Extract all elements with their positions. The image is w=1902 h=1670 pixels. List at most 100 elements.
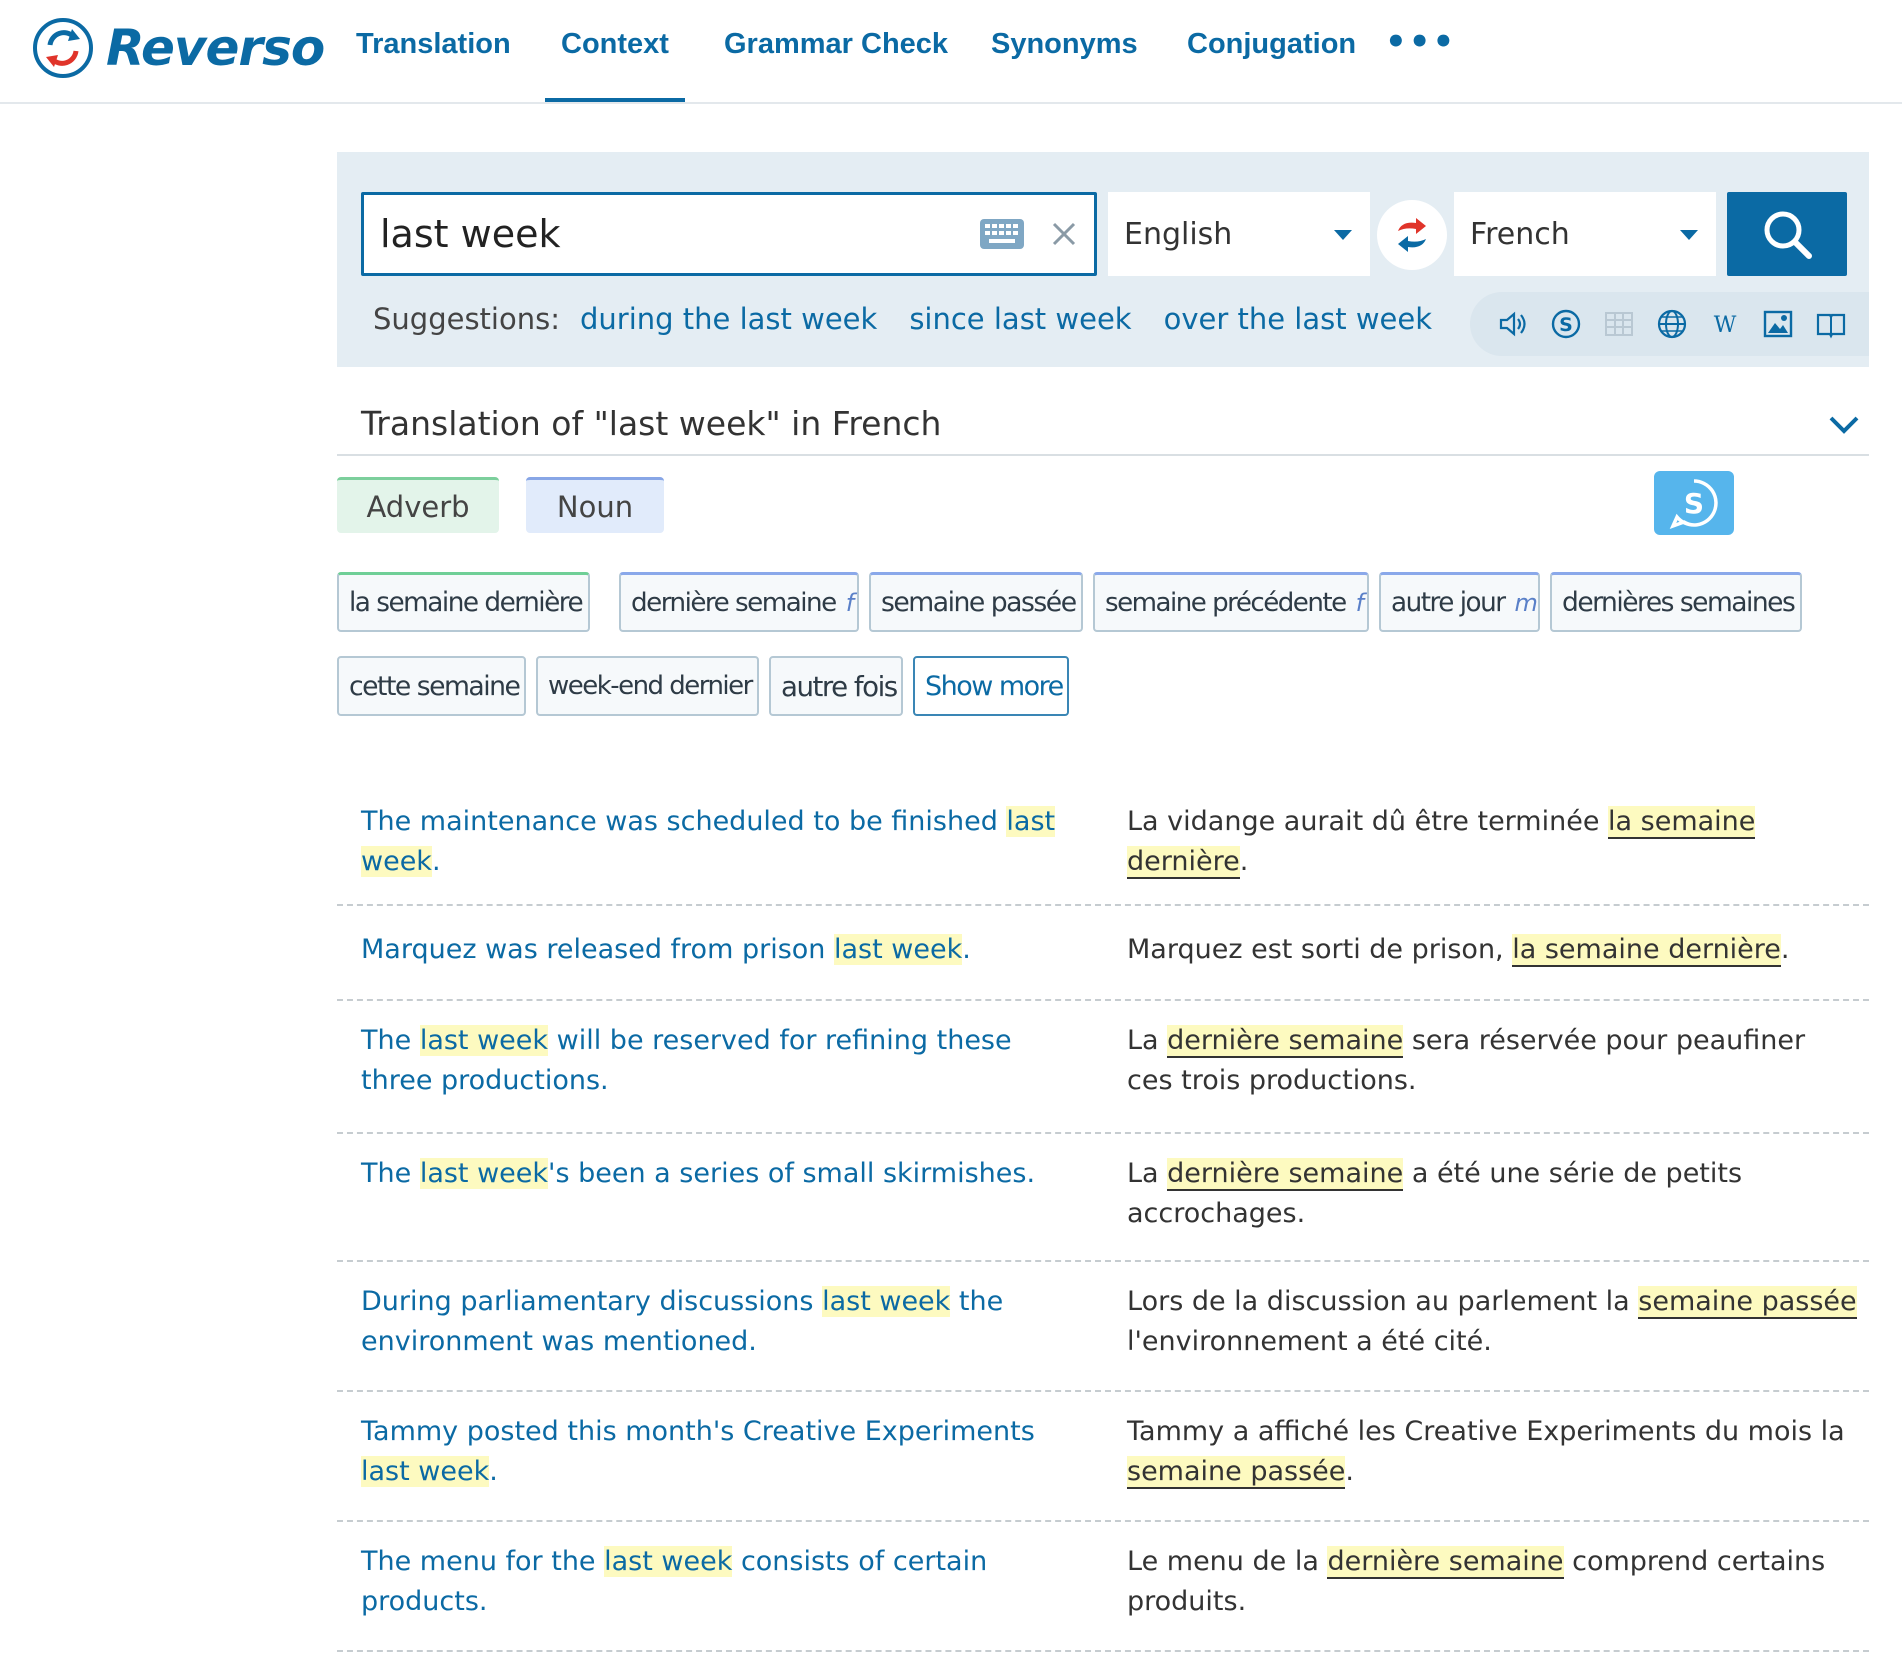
show-more-button[interactable]: Show more	[913, 656, 1069, 716]
context-synonyms-button[interactable]: S	[1654, 471, 1734, 535]
example-row: The menu for the last week consists of c…	[337, 1522, 1869, 1652]
example-source-text[interactable]: The maintenance was scheduled to be fini…	[361, 802, 1061, 882]
synonyms-icon[interactable]: S	[1549, 307, 1583, 341]
translation-chip-text: dernière semaine	[631, 587, 837, 618]
suggestion-link[interactable]: during the last week	[580, 302, 877, 336]
nav-synonyms[interactable]: Synonyms	[991, 28, 1138, 61]
image-icon[interactable]	[1761, 307, 1795, 341]
example-target-text[interactable]: La vidange aurait dû être terminée la se…	[1127, 802, 1857, 882]
sentence-fragment: The	[361, 1158, 420, 1189]
reverso-logo[interactable]: Reverso	[32, 16, 325, 80]
sentence-fragment: La vidange aurait dû être terminée	[1127, 806, 1609, 837]
gender-marker: m	[1514, 588, 1538, 617]
translation-chip[interactable]: autre jour m	[1379, 572, 1540, 632]
example-target-text[interactable]: Tammy a affiché les Creative Experiments…	[1127, 1412, 1857, 1492]
highlighted-term: last week	[361, 1456, 490, 1487]
search-icon	[1764, 211, 1812, 259]
gender-marker: f	[845, 588, 854, 617]
speaker-icon[interactable]	[1496, 307, 1530, 341]
wikipedia-icon[interactable]: W	[1708, 307, 1742, 341]
highlighted-term: last week	[604, 1546, 733, 1577]
example-source-text[interactable]: Tammy posted this month's Creative Exper…	[361, 1412, 1061, 1492]
svg-text:S: S	[1684, 487, 1704, 520]
nav-translation[interactable]: Translation	[356, 28, 511, 61]
example-target-text[interactable]: La dernière semaine sera réservée pour p…	[1127, 1021, 1857, 1101]
chevron-down-icon	[1680, 230, 1698, 240]
sentence-fragment: La	[1127, 1158, 1168, 1189]
translation-chip[interactable]: week-end dernier	[536, 656, 759, 716]
translation-chip[interactable]: la semaine dernière	[337, 572, 590, 632]
context-s-icon: S	[1669, 479, 1718, 530]
example-source-text[interactable]: Marquez was released from prison last we…	[361, 930, 1061, 970]
example-row: Marquez was released from prison last we…	[337, 906, 1869, 1001]
sentence-fragment: .	[1780, 934, 1790, 965]
translation-chip[interactable]: semaine passée	[869, 572, 1083, 632]
example-target-text[interactable]: Lors de la discussion au parlement la se…	[1127, 1282, 1857, 1362]
sentence-fragment: The maintenance was scheduled to be fini…	[361, 806, 1007, 837]
translation-chip-text: la semaine dernière	[349, 587, 584, 618]
search-panel: English French Suggestions: during the l…	[337, 152, 1869, 367]
translation-chip[interactable]: cette semaine	[337, 656, 526, 716]
dictionary-book-icon[interactable]	[1814, 307, 1848, 341]
translation-chip-text: cette semaine	[349, 670, 521, 702]
keyboard-icon[interactable]	[979, 218, 1025, 250]
example-target-text[interactable]: Le menu de la dernière semaine comprend …	[1127, 1542, 1857, 1622]
svg-text:W: W	[1714, 313, 1737, 338]
suggestion-link[interactable]: since last week	[909, 302, 1131, 336]
sentence-fragment: 's been a series of small skirmishes.	[548, 1158, 1036, 1189]
swap-languages-button[interactable]	[1377, 200, 1447, 270]
svg-text:S: S	[1559, 314, 1573, 336]
translation-chip[interactable]: semaine précédente f	[1093, 572, 1369, 632]
search-button[interactable]	[1727, 192, 1847, 276]
globe-icon[interactable]	[1655, 307, 1689, 341]
pos-tab-noun[interactable]: Noun	[526, 477, 664, 533]
suggestions-label: Suggestions:	[373, 302, 560, 336]
example-source-text[interactable]: The menu for the last week consists of c…	[361, 1542, 1061, 1622]
sentence-fragment: La	[1127, 1025, 1168, 1056]
example-source-text[interactable]: During parliamentary discussions last we…	[361, 1282, 1061, 1362]
nav-context[interactable]: Context	[545, 28, 685, 102]
top-navigation: Reverso Translation Context Grammar Chec…	[0, 0, 1902, 104]
nav-more-menu[interactable]: •••	[1385, 22, 1456, 62]
translation-chip-text: dernières semaines	[1562, 587, 1796, 618]
example-row: The last week's been a series of small s…	[337, 1134, 1869, 1262]
suggestion-link[interactable]: over the last week	[1164, 302, 1432, 336]
example-row: Tammy posted this month's Creative Exper…	[337, 1392, 1869, 1522]
nav-conjugation[interactable]: Conjugation	[1187, 28, 1356, 61]
sentence-fragment: .	[1239, 846, 1249, 877]
source-language-select[interactable]: English	[1108, 192, 1370, 276]
nav-grammar-check[interactable]: Grammar Check	[724, 28, 948, 61]
translation-chip-text: autre jour	[1391, 587, 1506, 618]
highlighted-term: last week	[833, 934, 963, 965]
example-source-text[interactable]: The last week's been a series of small s…	[361, 1154, 1061, 1194]
sentence-fragment: .	[489, 1456, 498, 1487]
example-row: The last week will be reserved for refin…	[337, 1001, 1869, 1134]
search-input[interactable]	[380, 195, 960, 273]
translation-chip[interactable]: dernière semaine f	[619, 572, 859, 632]
translation-chip[interactable]: autre fois	[769, 656, 903, 716]
highlighted-term: last week	[822, 1286, 951, 1317]
chevron-down-icon[interactable]	[1827, 412, 1861, 436]
target-language-select[interactable]: French	[1454, 192, 1716, 276]
sentence-fragment: Tammy a affiché les Creative Experiments…	[1127, 1416, 1845, 1447]
example-target-text[interactable]: Marquez est sorti de prison, la semaine …	[1127, 930, 1857, 970]
sentence-fragment: Marquez was released from prison	[361, 934, 834, 965]
sentence-fragment: .	[962, 934, 971, 965]
clear-icon[interactable]	[1047, 217, 1081, 251]
highlighted-term: semaine passée	[1127, 1456, 1346, 1489]
sentence-fragment: During parliamentary discussions	[361, 1286, 823, 1317]
pos-tab-adverb[interactable]: Adverb	[337, 477, 499, 533]
sentence-fragment: l'environnement a été cité.	[1127, 1326, 1492, 1357]
sentence-fragment: The menu for the	[361, 1546, 605, 1577]
example-target-text[interactable]: La dernière semaine a été une série de p…	[1127, 1154, 1857, 1234]
translation-title: Translation of "last week" in French	[361, 404, 942, 443]
tools-bar: S W	[1470, 292, 1869, 356]
translation-chip[interactable]: dernières semaines	[1550, 572, 1802, 632]
table-icon[interactable]	[1602, 307, 1636, 341]
example-source-text[interactable]: The last week will be reserved for refin…	[361, 1021, 1061, 1101]
highlighted-term: semaine passée	[1638, 1286, 1857, 1319]
chevron-down-icon	[1334, 230, 1352, 240]
highlighted-term: dernière semaine	[1327, 1546, 1564, 1579]
highlighted-term: last week	[419, 1158, 549, 1189]
translation-header: Translation of "last week" in French	[337, 402, 1869, 456]
